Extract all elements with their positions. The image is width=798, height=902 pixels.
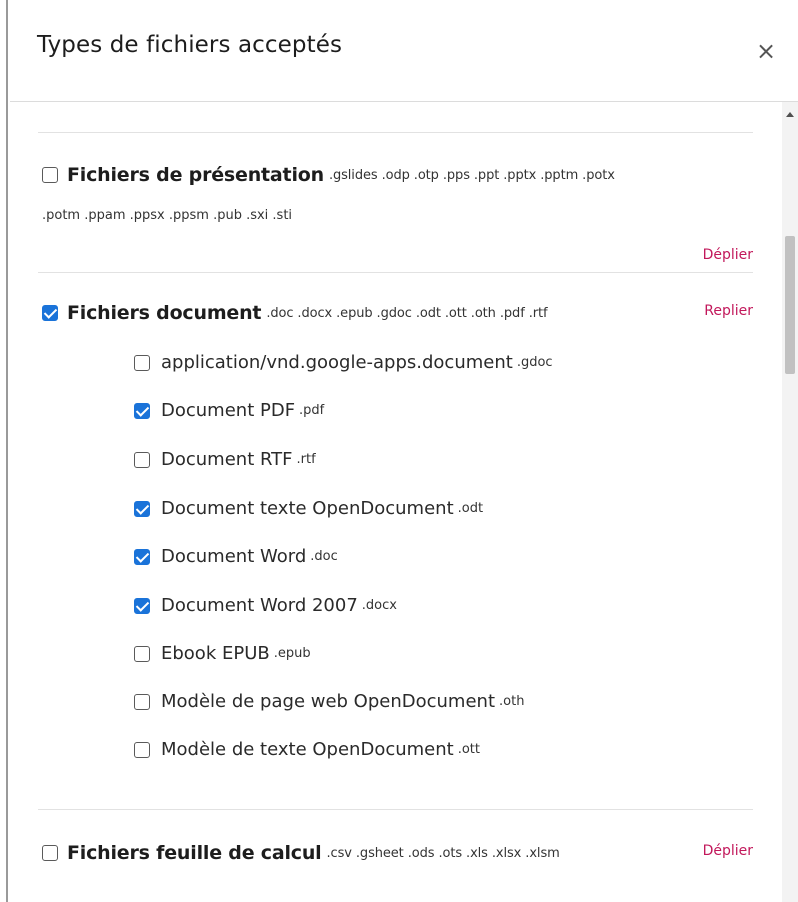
document-type-extension: .rtf bbox=[296, 452, 316, 467]
document-type-checkbox[interactable] bbox=[134, 548, 150, 565]
group-presentation: Fichiers de présentation .gslides .odp .… bbox=[42, 164, 615, 186]
group-presentation-title[interactable]: Fichiers de présentation bbox=[67, 164, 324, 186]
document-type-item[interactable]: Modèle de texte OpenDocument .ott bbox=[134, 739, 480, 760]
document-type-extension: .doc bbox=[310, 549, 338, 564]
group-presentation-expand-link[interactable]: Déplier bbox=[703, 247, 753, 263]
document-type-label: Document texte OpenDocument bbox=[161, 498, 454, 519]
group-document-checkbox[interactable] bbox=[42, 305, 58, 321]
background-page-edge bbox=[0, 0, 8, 902]
group-presentation-checkbox[interactable] bbox=[42, 167, 58, 183]
group-spreadsheet-extensions: .csv .gsheet .ods .ots .xls .xlsx .xlsm bbox=[326, 845, 560, 861]
document-type-label: Document RTF bbox=[161, 449, 293, 470]
scrollbar-thumb[interactable] bbox=[785, 236, 795, 374]
document-type-extension: .ott bbox=[457, 742, 480, 757]
divider bbox=[38, 132, 753, 133]
group-spreadsheet-title[interactable]: Fichiers feuille de calcul bbox=[67, 842, 322, 864]
divider bbox=[38, 272, 753, 273]
document-type-label: Modèle de page web OpenDocument bbox=[161, 691, 496, 712]
document-type-checkbox[interactable] bbox=[134, 402, 150, 419]
document-type-item[interactable]: Document RTF .rtf bbox=[134, 449, 316, 470]
divider bbox=[38, 809, 753, 810]
document-type-item[interactable]: Ebook EPUB .epub bbox=[134, 643, 311, 664]
document-type-item[interactable]: Document texte OpenDocument .odt bbox=[134, 498, 483, 519]
document-type-item[interactable]: Document Word .doc bbox=[134, 546, 338, 567]
document-type-checkbox[interactable] bbox=[134, 597, 150, 614]
document-type-label: Modèle de texte OpenDocument bbox=[161, 739, 454, 760]
document-type-extension: .gdoc bbox=[516, 355, 553, 370]
document-type-extension: .pdf bbox=[299, 403, 325, 418]
document-type-checkbox[interactable] bbox=[134, 645, 150, 662]
accepted-file-types-dialog: Types de fichiers acceptés × Fichiers de… bbox=[10, 0, 798, 902]
group-document-extensions: .doc .docx .epub .gdoc .odt .ott .oth .p… bbox=[266, 305, 548, 321]
group-document: Fichiers document .doc .docx .epub .gdoc… bbox=[42, 302, 548, 324]
document-type-label: Document Word bbox=[161, 546, 307, 567]
document-type-checkbox[interactable] bbox=[134, 693, 150, 710]
document-type-checkbox[interactable] bbox=[134, 500, 150, 517]
document-type-extension: .epub bbox=[273, 646, 311, 661]
document-type-extension: .oth bbox=[499, 694, 525, 709]
document-type-item[interactable]: application/vnd.google-apps.document .gd… bbox=[134, 352, 553, 373]
document-type-extension: .odt bbox=[457, 501, 484, 516]
group-document-title[interactable]: Fichiers document bbox=[67, 302, 262, 324]
close-icon[interactable]: × bbox=[755, 39, 777, 63]
document-type-label: Ebook EPUB bbox=[161, 643, 270, 664]
document-type-item[interactable]: Document Word 2007 .docx bbox=[134, 595, 397, 616]
document-type-checkbox[interactable] bbox=[134, 741, 150, 758]
document-type-item[interactable]: Modèle de page web OpenDocument .oth bbox=[134, 691, 524, 712]
dialog-header: Types de fichiers acceptés × bbox=[10, 0, 798, 102]
document-type-checkbox[interactable] bbox=[134, 451, 150, 468]
vertical-scrollbar[interactable] bbox=[782, 102, 798, 902]
document-type-item[interactable]: Document PDF .pdf bbox=[134, 400, 324, 421]
group-document-collapse-link[interactable]: Replier bbox=[704, 303, 753, 319]
document-type-checkbox[interactable] bbox=[134, 354, 150, 371]
dialog-body: Fichiers de présentation .gslides .odp .… bbox=[10, 102, 798, 902]
dialog-title: Types de fichiers acceptés bbox=[37, 32, 343, 58]
document-type-label: application/vnd.google-apps.document bbox=[161, 352, 513, 373]
document-type-extension: .docx bbox=[361, 598, 397, 613]
group-presentation-extensions: .gslides .odp .otp .pps .ppt .pptx .pptm… bbox=[328, 167, 615, 183]
scroll-up-arrow-icon[interactable] bbox=[786, 112, 794, 117]
group-presentation-extensions-continued: .potm .ppam .ppsx .ppsm .pub .sxi .sti bbox=[42, 208, 293, 223]
group-spreadsheet-checkbox[interactable] bbox=[42, 845, 58, 861]
group-spreadsheet-expand-link[interactable]: Déplier bbox=[703, 843, 753, 859]
document-type-label: Document Word 2007 bbox=[161, 595, 358, 616]
document-type-label: Document PDF bbox=[161, 400, 296, 421]
group-spreadsheet: Fichiers feuille de calcul .csv .gsheet … bbox=[42, 842, 560, 864]
